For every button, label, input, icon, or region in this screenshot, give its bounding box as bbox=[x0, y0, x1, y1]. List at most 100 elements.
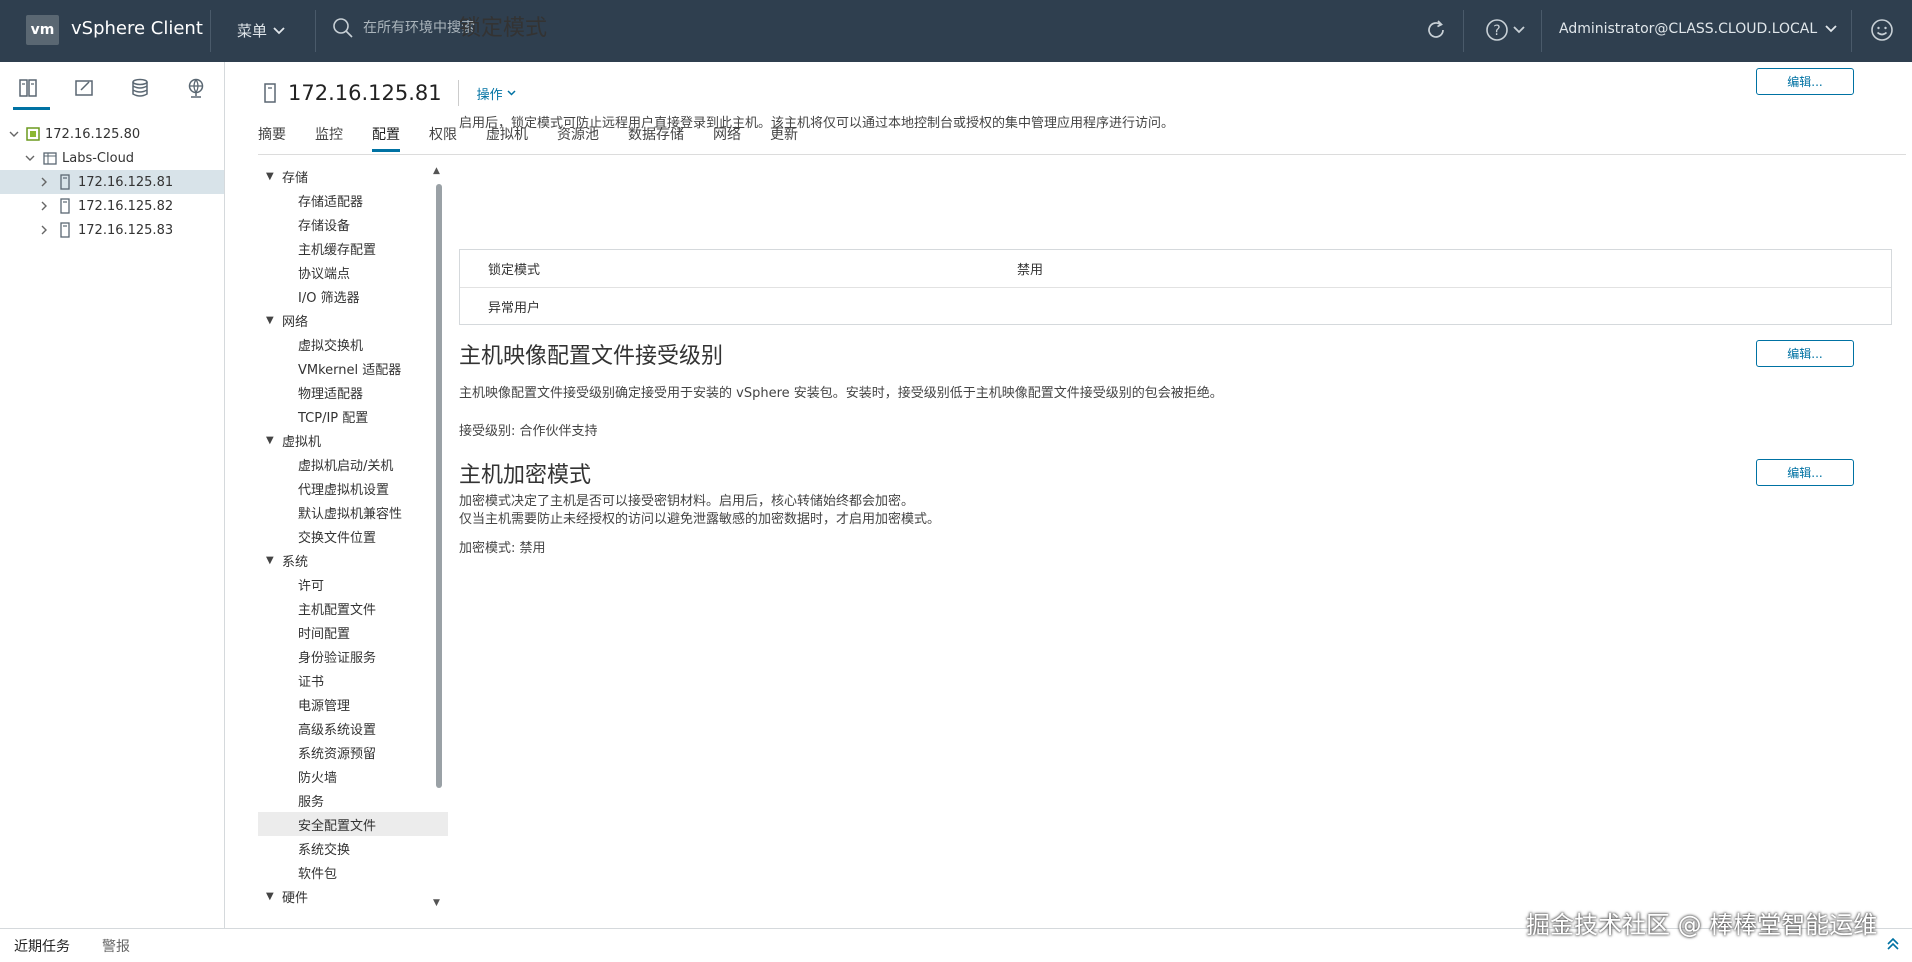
config-item[interactable]: 系统资源预留 bbox=[258, 740, 448, 764]
scroll-down-icon[interactable]: ▼ bbox=[433, 898, 440, 908]
tab-summary[interactable]: 摘要 bbox=[258, 124, 286, 150]
tab-hosts-clusters[interactable] bbox=[0, 62, 56, 114]
collapsed-caret-icon[interactable] bbox=[38, 177, 50, 187]
tab-permissions[interactable]: 权限 bbox=[429, 124, 457, 150]
config-item[interactable]: TCP/IP 配置 bbox=[258, 404, 448, 428]
global-search[interactable] bbox=[332, 17, 783, 39]
tab-recent-tasks[interactable]: 近期任务 bbox=[14, 936, 70, 956]
config-menu: ▼ 存储 存储适配器 存储设备 主机缓存配置 协议端点 I/O 筛选器 ▼ 网络 虚… bbox=[258, 164, 448, 910]
lockdown-table: 锁定模式 禁用 异常用户 bbox=[459, 249, 1892, 325]
tree-node-host[interactable]: 172.16.125.81 bbox=[0, 170, 224, 194]
networking-icon bbox=[188, 78, 204, 98]
config-item-security-profile[interactable]: 安全配置文件 bbox=[258, 812, 448, 836]
config-menu-scrollbar[interactable]: ▲ ▼ bbox=[432, 164, 446, 910]
config-item[interactable]: 时间配置 bbox=[258, 620, 448, 644]
config-group-vm[interactable]: ▼ 虚拟机 bbox=[258, 428, 448, 452]
help-menu[interactable]: ? bbox=[1485, 18, 1525, 42]
tab-storage[interactable] bbox=[112, 62, 168, 114]
config-item[interactable]: 主机缓存配置 bbox=[258, 236, 448, 260]
lockdown-description: 启用后，锁定模式可防止远程用户直接登录到此主机。该主机将仅可以通过本地控制台或授… bbox=[459, 116, 1175, 131]
config-item[interactable]: 虚拟交换机 bbox=[258, 332, 448, 356]
acceptance-description: 主机映像配置文件接受级别确定接受用于安装的 vSphere 安装包。安装时，接受… bbox=[459, 386, 1223, 401]
expand-panel-icon[interactable] bbox=[1886, 936, 1900, 952]
tree-node-label: 172.16.125.80 bbox=[45, 126, 141, 142]
header-divider bbox=[210, 10, 211, 52]
refresh-icon[interactable] bbox=[1424, 18, 1448, 42]
config-group-storage[interactable]: ▼ 存储 bbox=[258, 164, 448, 188]
acceptance-edit-button[interactable]: 编辑... bbox=[1756, 340, 1854, 367]
tree-node-host[interactable]: 172.16.125.82 bbox=[0, 194, 224, 218]
row-value: 禁用 bbox=[1017, 263, 1044, 278]
menu-dropdown[interactable]: 菜单 bbox=[237, 20, 285, 41]
config-item[interactable]: I/O 筛选器 bbox=[258, 284, 448, 308]
feedback-smiley-icon[interactable] bbox=[1870, 18, 1894, 42]
tree-node-vcenter[interactable]: 172.16.125.80 bbox=[0, 122, 224, 146]
tree-node-label: 172.16.125.83 bbox=[78, 222, 174, 238]
vcenter-icon bbox=[26, 127, 40, 141]
acceptance-title: 主机映像配置文件接受级别 bbox=[459, 344, 724, 369]
encryption-description-1: 加密模式决定了主机是否可以接受密钥材料。启用后，核心转储始终都会加密。 bbox=[459, 494, 915, 509]
table-row: 异常用户 bbox=[460, 287, 1891, 324]
help-icon: ? bbox=[1486, 19, 1508, 41]
config-group-label: 系统 bbox=[282, 554, 309, 570]
actions-label: 操作 bbox=[476, 87, 503, 103]
config-item[interactable]: 许可 bbox=[258, 572, 448, 596]
config-item[interactable]: 服务 bbox=[258, 788, 448, 812]
object-title: 172.16.125.81 bbox=[288, 81, 442, 105]
user-menu[interactable]: Administrator@CLASS.CLOUD.LOCAL bbox=[1559, 21, 1837, 37]
lockdown-edit-button[interactable]: 编辑... bbox=[1756, 68, 1854, 95]
encryption-mode: 加密模式: 禁用 bbox=[459, 541, 546, 556]
config-item[interactable]: 证书 bbox=[258, 668, 448, 692]
config-item[interactable]: 虚拟机启动/关机 bbox=[258, 452, 448, 476]
host-icon bbox=[264, 83, 276, 103]
encryption-title: 主机加密模式 bbox=[459, 463, 592, 488]
tree-node-datacenter[interactable]: Labs-Cloud bbox=[0, 146, 224, 170]
config-item[interactable]: 协议端点 bbox=[258, 260, 448, 284]
tree-node-host[interactable]: 172.16.125.83 bbox=[0, 218, 224, 242]
config-group-hardware[interactable]: ▼ 硬件 bbox=[258, 884, 448, 908]
object-header: 172.16.125.81 操作 bbox=[262, 80, 516, 106]
config-item[interactable]: 软件包 bbox=[258, 860, 448, 884]
config-item[interactable]: 存储设备 bbox=[258, 212, 448, 236]
config-item[interactable]: 存储适配器 bbox=[258, 188, 448, 212]
chevron-down-icon bbox=[507, 90, 516, 96]
encryption-edit-button[interactable]: 编辑... bbox=[1756, 459, 1854, 486]
search-icon bbox=[333, 18, 353, 38]
config-item[interactable]: 系统交换 bbox=[258, 836, 448, 860]
tab-networking[interactable] bbox=[168, 62, 224, 114]
encryption-description-2: 仅当主机需要防止未经授权的访问以避免泄露敏感的加密数据时，才启用加密模式。 bbox=[459, 512, 941, 527]
config-item[interactable]: 默认虚拟机兼容性 bbox=[258, 500, 448, 524]
actions-dropdown[interactable]: 操作 bbox=[477, 84, 516, 103]
config-item[interactable]: 防火墙 bbox=[258, 764, 448, 788]
host-icon bbox=[60, 174, 70, 190]
tab-configure[interactable]: 配置 bbox=[372, 124, 400, 152]
hosts-clusters-icon bbox=[19, 79, 37, 97]
expanded-triangle-icon: ▼ bbox=[266, 170, 274, 182]
config-item[interactable]: 物理适配器 bbox=[258, 380, 448, 404]
vmware-logo[interactable]: vm bbox=[26, 15, 59, 45]
collapsed-caret-icon[interactable] bbox=[38, 201, 50, 211]
config-group-label: 硬件 bbox=[282, 890, 309, 906]
scrollbar-thumb[interactable] bbox=[436, 184, 442, 788]
app-title[interactable]: vSphere Client bbox=[71, 18, 203, 39]
config-group-system[interactable]: ▼ 系统 bbox=[258, 548, 448, 572]
config-item[interactable]: 交换文件位置 bbox=[258, 524, 448, 548]
config-item[interactable]: 高级系统设置 bbox=[258, 716, 448, 740]
top-header: vm vSphere Client 菜单 ? Administrator@CLA… bbox=[0, 0, 1912, 62]
config-group-networking[interactable]: ▼ 网络 bbox=[258, 308, 448, 332]
collapsed-caret-icon[interactable] bbox=[38, 225, 50, 235]
expand-caret-icon[interactable] bbox=[8, 131, 20, 138]
navigator-tabs bbox=[0, 62, 225, 114]
config-item[interactable]: 身份验证服务 bbox=[258, 644, 448, 668]
search-input[interactable] bbox=[363, 20, 783, 36]
config-item[interactable]: 主机配置文件 bbox=[258, 596, 448, 620]
tab-vms-templates[interactable] bbox=[56, 62, 112, 114]
config-item[interactable]: 电源管理 bbox=[258, 692, 448, 716]
expand-caret-icon[interactable] bbox=[24, 155, 36, 162]
config-item[interactable]: VMkernel 适配器 bbox=[258, 356, 448, 380]
tab-alarms[interactable]: 警报 bbox=[102, 936, 130, 956]
tab-monitor[interactable]: 监控 bbox=[315, 124, 343, 150]
config-item[interactable]: 代理虚拟机设置 bbox=[258, 476, 448, 500]
scroll-up-icon[interactable]: ▲ bbox=[433, 166, 440, 176]
header-divider bbox=[1541, 10, 1542, 52]
